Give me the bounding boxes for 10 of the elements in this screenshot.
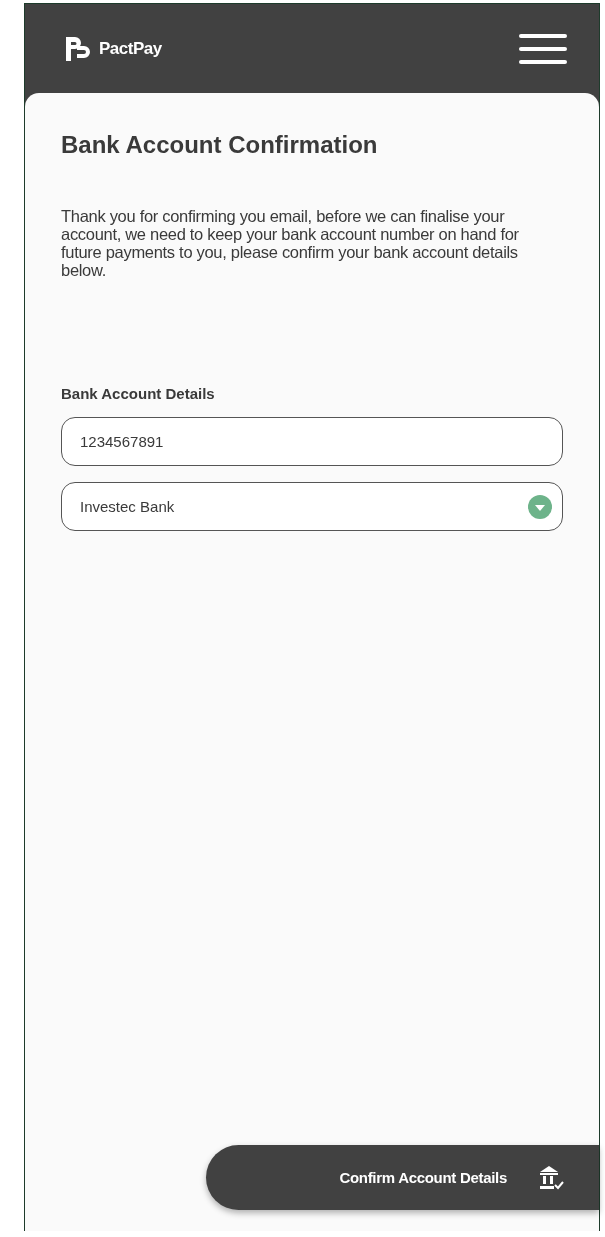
bank-dropdown[interactable]: Investec Bank bbox=[61, 482, 563, 531]
bank-check-icon bbox=[539, 1163, 565, 1192]
brand-name: PactPay bbox=[99, 38, 162, 59]
confirm-button[interactable]: Confirm Account Details bbox=[206, 1145, 599, 1210]
account-number-field[interactable]: 1234567891 bbox=[61, 417, 563, 466]
dropdown-icon bbox=[528, 494, 552, 519]
menu-icon[interactable] bbox=[519, 32, 567, 65]
field-label: Bank Account Details bbox=[61, 385, 216, 402]
message-text: Thank you for confirming you email, before we can finalise your account, we need to keep your bank account number on hand for future payments to you, please confirm your bank account details below. bbox=[61, 207, 520, 279]
page-title: Bank Account Confirmation bbox=[61, 131, 379, 159]
